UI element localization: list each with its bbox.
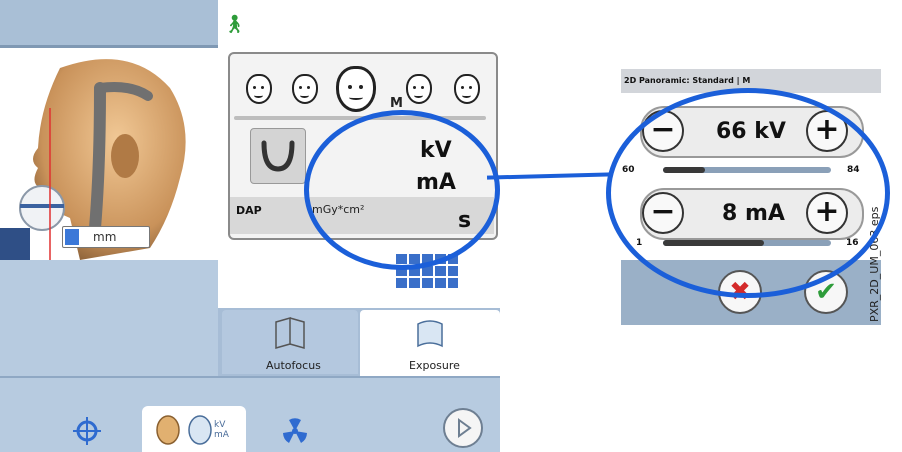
patient-profile-icon — [188, 415, 212, 445]
selected-size-label: M — [390, 96, 403, 111]
top-strip — [0, 0, 218, 45]
tab-autofocus-label: Autofocus — [266, 359, 321, 372]
patient-size-xs-icon[interactable] — [246, 74, 272, 104]
nav-tab-positioning[interactable] — [12, 410, 138, 452]
nav-tab-radiation[interactable] — [250, 410, 340, 452]
tab-exposure-label: Exposure — [409, 359, 460, 372]
patient-size-xl-icon[interactable] — [454, 74, 480, 104]
nav-tab-patient-exposure[interactable] — [142, 406, 246, 452]
autofocus-icon — [275, 317, 305, 349]
patient-size-m-icon[interactable] — [336, 66, 376, 112]
patient-size-s-icon[interactable] — [292, 74, 318, 104]
kv-ma-icon: kV mA — [214, 420, 229, 440]
measure-unit: mm — [93, 230, 117, 244]
crosshair-icon — [73, 417, 101, 445]
dap-label: DAP — [236, 204, 262, 217]
callout-ellipse-source — [304, 110, 500, 270]
patient-size-selector — [236, 60, 486, 114]
measure-field[interactable]: mm — [62, 226, 150, 248]
radiation-icon — [283, 418, 307, 443]
next-button[interactable] — [443, 408, 483, 448]
measure-indicator — [65, 229, 79, 245]
bite-block-icon — [261, 140, 295, 172]
patient-body-icon[interactable]: 🚶︎ — [223, 14, 246, 35]
callout-connector — [486, 172, 613, 180]
patient-size-l-icon[interactable] — [406, 74, 432, 104]
play-icon — [458, 418, 472, 438]
patient-head-icon — [156, 415, 180, 445]
detail-title: 2D Panoramic: Standard | M — [624, 76, 751, 85]
bite-block-button[interactable] — [250, 128, 306, 184]
exposure-icon — [417, 320, 443, 348]
callout-ellipse-detail — [606, 88, 890, 298]
